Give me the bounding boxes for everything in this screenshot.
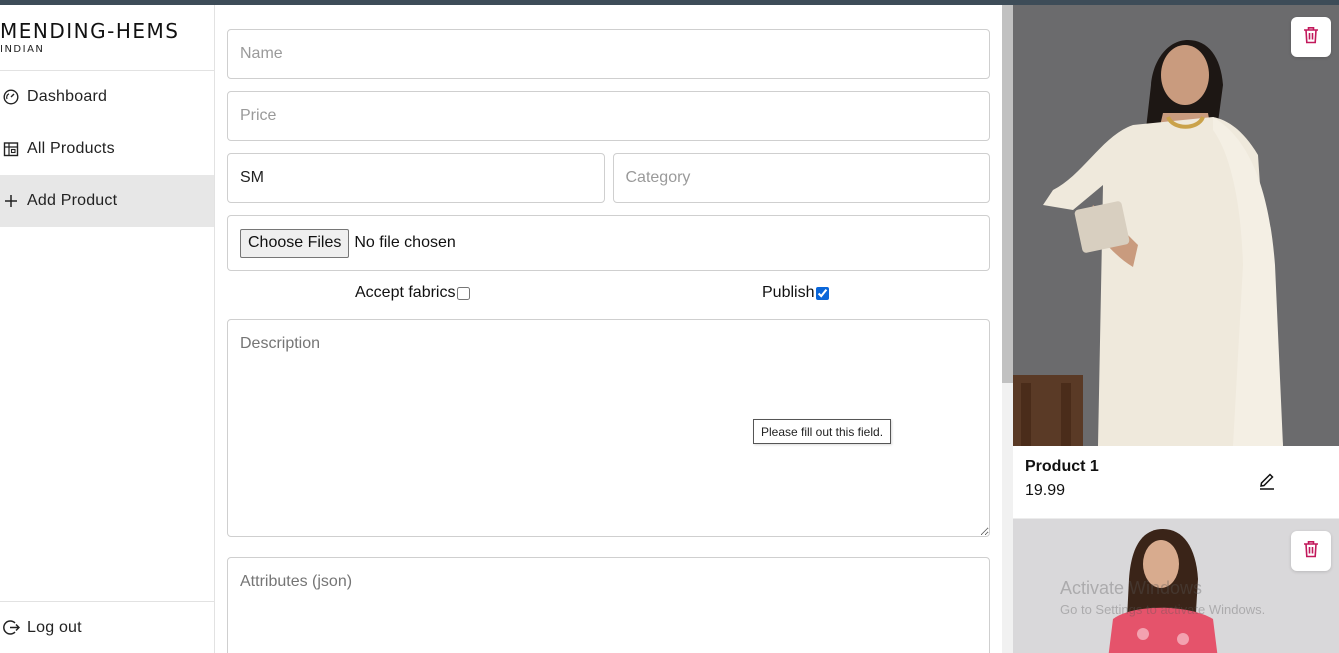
attributes-input[interactable] [228, 558, 989, 653]
watermark-title: Activate Windows [1060, 578, 1203, 598]
category-field[interactable] [612, 153, 990, 203]
add-product-form: Choose Files No file chosen Accept fabri… [227, 29, 990, 653]
validation-tooltip: Please fill out this field. [753, 419, 891, 444]
accept-fabrics-option[interactable]: Accept fabrics [355, 284, 471, 302]
product-list-panel: Product 1 19.99 [1013, 5, 1339, 653]
trash-icon [1303, 540, 1319, 563]
gauge-icon [2, 88, 20, 106]
product-image [1013, 5, 1339, 446]
price-field[interactable] [227, 91, 990, 141]
attributes-field[interactable] [227, 557, 990, 653]
sidebar-item-label: Dashboard [27, 88, 108, 105]
activate-windows-watermark: Activate Windows Go to Settings to activ… [1060, 578, 1265, 617]
sidebar-item-add-product[interactable]: Add Product [0, 175, 214, 227]
price-input[interactable] [240, 92, 989, 140]
product-price: 19.99 [1025, 482, 1066, 499]
delete-product-button[interactable] [1291, 17, 1331, 57]
accept-fabrics-label: Accept fabrics [355, 284, 456, 301]
sidebar-item-label: All Products [27, 140, 115, 157]
name-field[interactable] [227, 29, 990, 79]
trash-icon [1303, 26, 1319, 49]
plus-icon [2, 192, 20, 210]
options-row: Accept fabrics Publish [227, 271, 990, 319]
size-input[interactable] [240, 154, 604, 202]
brand-subtitle: INDIAN [0, 44, 45, 55]
product-name: Product 1 [1025, 458, 1099, 475]
logout-button[interactable]: Log out [0, 601, 214, 653]
delete-product-button[interactable] [1291, 531, 1331, 571]
sidebar-item-dashboard[interactable]: Dashboard [0, 71, 214, 123]
publish-option[interactable]: Publish [762, 284, 830, 302]
publish-label: Publish [762, 284, 815, 301]
sidebar: MENDING-HEMS INDIAN Dashboard All Produc… [0, 5, 215, 653]
category-input[interactable] [625, 154, 989, 202]
sidebar-item-all-products[interactable]: All Products [0, 123, 214, 175]
file-upload-field: Choose Files No file chosen [227, 215, 990, 271]
accept-fabrics-checkbox[interactable] [457, 286, 471, 300]
brand-name: MENDING-HEMS [0, 19, 180, 43]
box-icon [2, 140, 20, 158]
choose-files-button[interactable]: Choose Files [240, 228, 350, 258]
sidebar-item-label: Add Product [27, 192, 118, 209]
product-card: Product 1 19.99 [1013, 5, 1339, 519]
watermark-subtitle: Go to Settings to activate Windows. [1060, 602, 1266, 617]
product-info: Product 1 19.99 [1013, 446, 1339, 519]
name-input[interactable] [240, 30, 989, 78]
scrollbar-thumb[interactable] [1002, 5, 1013, 383]
logout-icon [2, 619, 20, 637]
file-status-text: No file chosen [354, 234, 456, 251]
size-field[interactable] [227, 153, 605, 203]
publish-checkbox[interactable] [816, 286, 830, 300]
logout-label: Log out [27, 618, 82, 636]
edit-product-button[interactable] [1256, 472, 1278, 494]
brand-logo[interactable]: MENDING-HEMS INDIAN [0, 5, 214, 71]
pencil-icon [1258, 472, 1276, 495]
